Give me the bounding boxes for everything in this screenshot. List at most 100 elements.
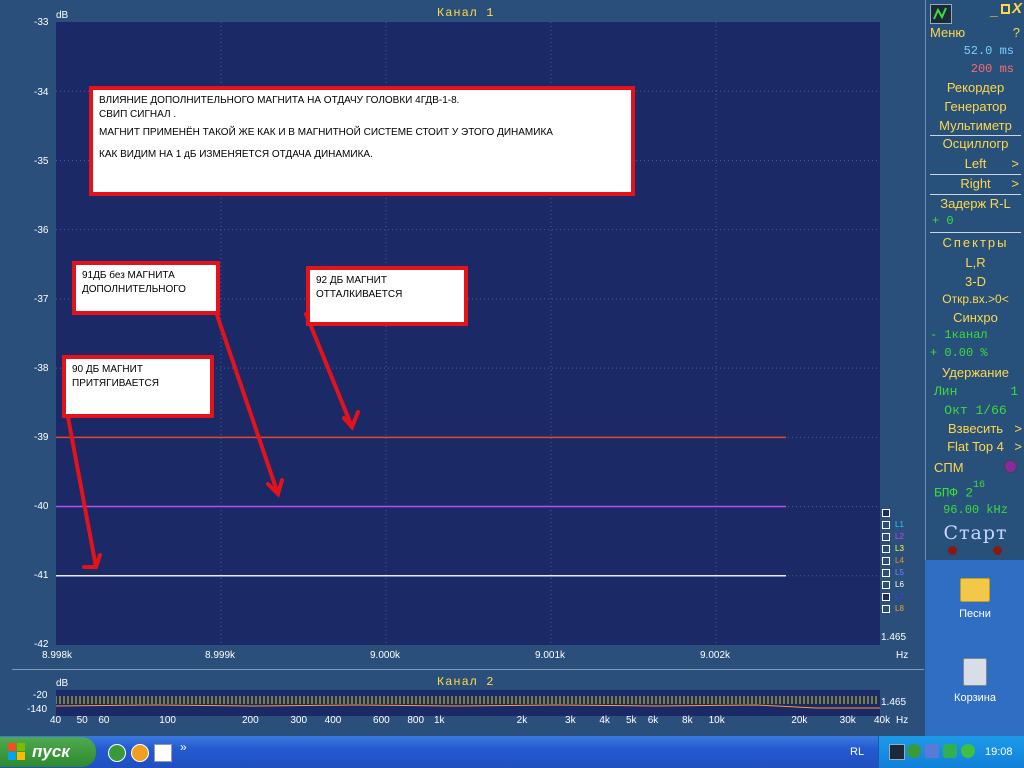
legend-item[interactable] (882, 508, 910, 520)
legend-item[interactable]: L6 (882, 580, 910, 592)
channel2-x-tick: 50 (76, 715, 88, 726)
legend-item[interactable]: L5 (882, 568, 910, 580)
annotation-line: 92 ДБ МАГНИТ (316, 275, 387, 286)
x-tick: 9.001k (535, 650, 566, 661)
3d-button[interactable]: 3-D (926, 274, 1024, 289)
channel2-y-top: -20 (33, 690, 48, 701)
arrow-90db (66, 415, 98, 569)
annotation-91db: 91ДБ без МАГНИТА ДОПОЛНИТЕЛЬНОГО (72, 261, 220, 315)
aimp-icon[interactable] (131, 744, 149, 762)
legend-checkbox-icon[interactable] (882, 533, 890, 541)
channel2-x-tick: 40k (874, 715, 891, 726)
arrow-91db (214, 310, 280, 496)
channel2-x-tick: 20k (791, 715, 808, 726)
y-tick: -36 (34, 225, 49, 236)
utorrent-tray-icon[interactable] (907, 744, 921, 758)
legend-item[interactable]: L7 (882, 592, 910, 604)
divider (12, 669, 924, 670)
legend-checkbox-icon[interactable] (882, 593, 890, 601)
led-right-icon (993, 546, 1002, 555)
x-tick: 9.002k (700, 650, 731, 661)
lin-label[interactable]: Лин (934, 384, 974, 399)
channel2-scale: 1.465 (881, 697, 907, 708)
start-button[interactable]: Старт (926, 522, 1024, 544)
channel2-x-tick: 30k (839, 715, 856, 726)
app-tray-icon[interactable] (943, 744, 957, 758)
oscilloscope-button[interactable]: Осциллогр (926, 136, 1024, 151)
right-button[interactable]: Right > (926, 176, 1024, 191)
annotation-line: ОТТАЛКИВАЕТСЯ (316, 289, 403, 300)
left-button[interactable]: Left > (926, 156, 1024, 171)
sync-percent[interactable]: + 0.00 % (930, 346, 1024, 360)
window-function-button[interactable]: Flat Top 4 > (926, 439, 1024, 454)
time-readout-1: 52.0 ms (963, 44, 1014, 58)
analyzer-tray-icon[interactable] (889, 744, 905, 760)
x-tick: 9.000k (370, 650, 401, 661)
channel2-title: Канал 2 (437, 675, 495, 689)
legend-item[interactable]: L2 (882, 532, 910, 544)
legend-item[interactable]: L8 (882, 604, 910, 616)
open-input-button[interactable]: Откр.вх.>0< (926, 292, 1024, 306)
legend-checkbox-icon[interactable] (882, 569, 890, 577)
songs-folder[interactable]: Песни (935, 578, 1015, 620)
notepad-icon[interactable] (154, 744, 172, 762)
annotation-line: ДОПОЛНИТЕЛЬНОГО (82, 284, 186, 295)
spectra-button[interactable]: Спектры (926, 235, 1024, 250)
right-label: Right (960, 176, 991, 191)
annotation-arrows (66, 310, 360, 569)
generator-button[interactable]: Генератор (926, 99, 1024, 114)
lin-value: 1 (1010, 384, 1018, 399)
y-tick: -40 (34, 501, 49, 512)
help-button[interactable]: ? (996, 25, 1020, 40)
menu-button[interactable]: Меню (930, 25, 990, 40)
multimeter-button[interactable]: Мультиметр (926, 118, 1024, 133)
taskbar: пуск » RL 19:08 (0, 736, 1024, 768)
close-icon[interactable]: X (1012, 0, 1022, 17)
language-indicator[interactable]: RL (850, 746, 864, 758)
legend-checkbox-icon[interactable] (882, 521, 890, 529)
delay-button[interactable]: Задерж R-L (926, 196, 1024, 211)
legend-checkbox-icon[interactable] (882, 545, 890, 553)
sample-rate[interactable]: 96.00 kHz (926, 503, 1024, 517)
channel2-plot[interactable] (55, 690, 880, 716)
legend-checkbox-icon[interactable] (882, 581, 890, 589)
legend-checkbox-icon[interactable] (882, 509, 890, 517)
channel2-x-tick: 600 (373, 715, 390, 726)
hold-button[interactable]: Удержание (926, 365, 1024, 380)
delay-value: + 0 (932, 214, 954, 228)
maximize-icon[interactable] (1001, 4, 1010, 14)
legend-checkbox-icon[interactable] (882, 605, 890, 613)
annotation-line: 90 ДБ МАГНИТ (72, 364, 143, 375)
sync-channel[interactable]: - 1канал (930, 328, 1024, 342)
folder-icon (960, 578, 990, 602)
legend-label: L4 (895, 556, 904, 565)
arrow-90db-head (82, 553, 102, 569)
legend-checkbox-icon[interactable] (882, 557, 890, 565)
channel2-x-tick: 10k (708, 715, 725, 726)
octave-button[interactable]: Окт 1/66 (926, 403, 1024, 418)
network-tray-icon[interactable] (925, 744, 939, 758)
lr-button[interactable]: L,R (926, 255, 1024, 270)
legend-item[interactable]: L3 (882, 544, 910, 556)
recycle-bin[interactable]: Корзина (935, 658, 1015, 704)
fft-button[interactable]: БПФ 216 (934, 480, 1014, 500)
clock: 19:08 (985, 746, 1013, 758)
legend-label: L8 (895, 604, 904, 613)
sync-button[interactable]: Синхро (926, 310, 1024, 325)
spm-button[interactable]: СПМ (934, 460, 984, 475)
minimize-icon[interactable]: _ (990, 2, 998, 18)
utorrent-icon[interactable] (108, 744, 126, 762)
icq-tray-icon[interactable] (961, 744, 975, 758)
legend-item[interactable]: L1 (882, 520, 910, 532)
weigh-button[interactable]: Взвесить > (926, 421, 1024, 436)
weigh-label: Взвесить (947, 421, 1004, 436)
legend-item[interactable]: L4 (882, 556, 910, 568)
channel1-y-unit: dB (56, 10, 69, 21)
spm-indicator-icon[interactable] (1004, 460, 1017, 473)
channel2-y-bottom: -140 (27, 704, 48, 715)
start-button[interactable]: пуск (0, 737, 96, 767)
quicklaunch-more-icon[interactable]: » (180, 740, 187, 754)
control-sidebar: _ X Меню ? 52.0 ms 200 ms Рекордер Генер… (925, 0, 1024, 560)
recorder-button[interactable]: Рекордер (926, 80, 1024, 95)
x-unit: Hz (896, 650, 909, 661)
